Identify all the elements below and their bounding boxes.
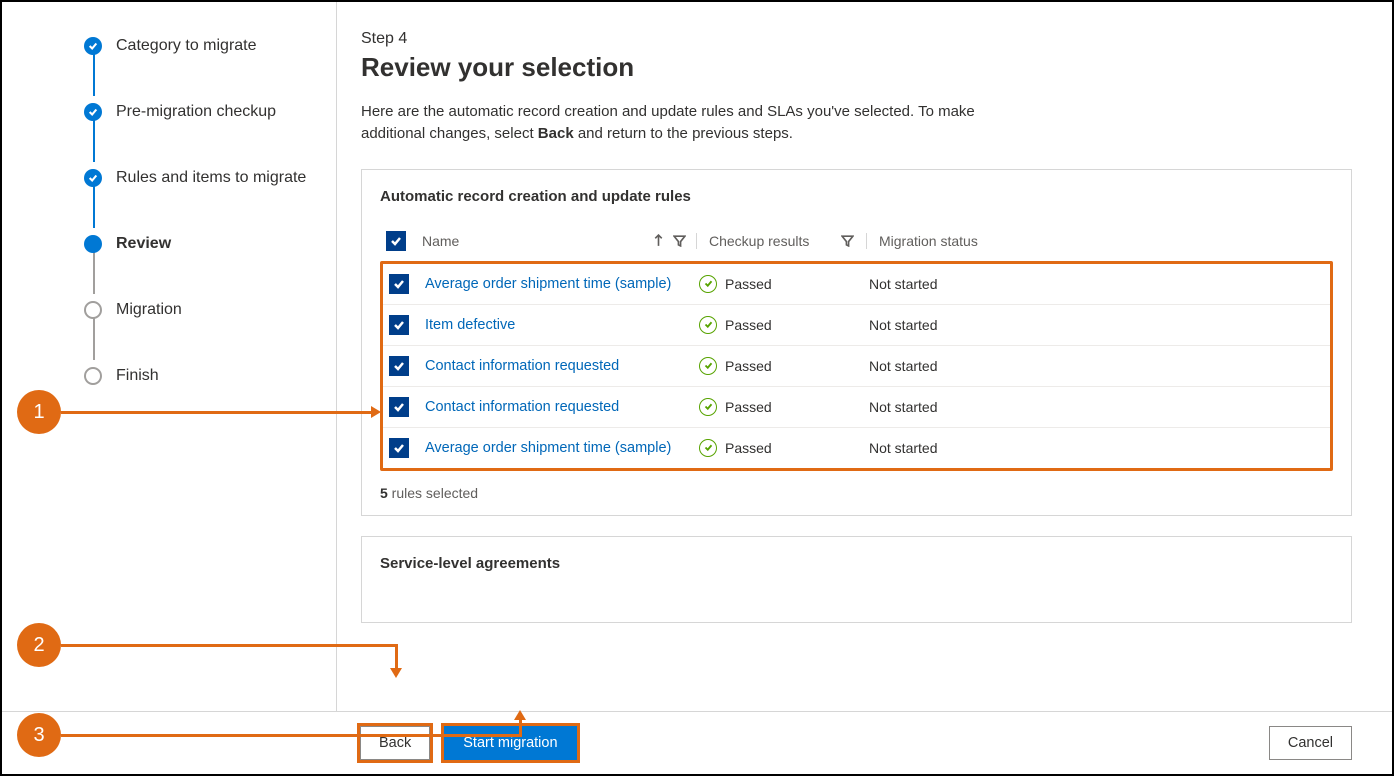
step-finish[interactable]: Finish [84,360,316,392]
start-migration-button[interactable]: Start migration [444,726,576,760]
step-label: Pre-migration checkup [116,103,276,121]
row-checkbox[interactable] [389,315,409,335]
page-title: Review your selection [361,52,1352,83]
step-review[interactable]: Review [84,228,316,260]
main-content: Step 4 Review your selection Here are th… [337,2,1392,774]
rule-name-link[interactable]: Contact information requested [425,358,699,374]
step-label: Finish [116,367,159,385]
checkup-result: Passed [725,358,772,374]
intro-text: Here are the automatic record creation a… [361,101,1001,145]
checkup-result: Passed [725,399,772,415]
empty-circle-icon [84,367,102,385]
rules-table-body: Average order shipment time (sample) Pass… [380,261,1333,471]
callout-2-line-h [61,644,397,647]
row-checkbox[interactable] [389,397,409,417]
check-circle-icon [699,439,717,457]
row-checkbox[interactable] [389,356,409,376]
step-label: Rules and items to migrate [116,169,306,187]
callout-2-arrow [390,668,402,678]
cancel-button[interactable]: Cancel [1269,726,1352,760]
check-circle-icon [699,357,717,375]
check-circle-icon [699,275,717,293]
callout-1-line [61,411,371,414]
column-migration[interactable]: Migration status [879,233,978,249]
step-migration[interactable]: Migration [84,294,316,326]
table-row[interactable]: Average order shipment time (sample) Pass… [383,264,1330,304]
table-row[interactable]: Contact information requested Passed Not s… [383,345,1330,386]
migration-status: Not started [869,399,999,415]
back-button[interactable]: Back [360,726,430,760]
checkup-result: Passed [725,276,772,292]
sla-card-title: Service-level agreements [380,555,1333,572]
step-category-to-migrate[interactable]: Category to migrate [84,30,316,62]
callout-2-line-v [395,644,398,668]
callout-1: 1 [17,390,61,434]
callout-3-line-h [61,734,521,737]
step-pre-migration-checkup[interactable]: Pre-migration checkup [84,96,316,128]
migration-status: Not started [869,358,999,374]
column-checkup[interactable]: Checkup results [709,233,809,249]
checkup-result: Passed [725,440,772,456]
step-label: Category to migrate [116,37,257,55]
check-circle-icon [699,316,717,334]
callout-3-line-v [519,720,522,737]
callout-3-arrow [514,710,526,720]
selected-count: 5 rules selected [380,485,1333,501]
column-name[interactable]: Name [422,233,459,249]
callout-2: 2 [17,623,61,667]
callout-1-arrow [371,406,381,418]
select-all-checkbox[interactable] [386,231,406,251]
rule-name-link[interactable]: Contact information requested [425,399,699,415]
rule-name-link[interactable]: Average order shipment time (sample) [425,440,699,456]
check-circle-icon [699,398,717,416]
empty-circle-icon [84,301,102,319]
rules-table: Name Checkup results Migration status [380,225,1333,471]
check-circle-icon [84,37,102,55]
filter-icon[interactable] [673,234,686,247]
table-header: Name Checkup results Migration status [380,225,1333,261]
rule-name-link[interactable]: Item defective [425,317,699,333]
table-row[interactable]: Item defective Passed Not started [383,304,1330,345]
checkup-result: Passed [725,317,772,333]
row-checkbox[interactable] [389,274,409,294]
rules-card-title: Automatic record creation and update rul… [380,188,1333,205]
step-label: Migration [116,301,182,319]
migration-status: Not started [869,440,999,456]
sla-card: Service-level agreements [361,536,1352,623]
table-row[interactable]: Average order shipment time (sample) Pass… [383,427,1330,468]
check-circle-icon [84,103,102,121]
step-rules-and-items-to-migrate[interactable]: Rules and items to migrate [84,162,316,194]
check-circle-icon [84,169,102,187]
row-checkbox[interactable] [389,438,409,458]
filter-icon[interactable] [841,234,854,247]
sort-asc-icon[interactable] [652,234,665,247]
migration-status: Not started [869,276,999,292]
step-kicker: Step 4 [361,30,1352,48]
migration-status: Not started [869,317,999,333]
footer-bar: Back Start migration Cancel [2,711,1392,774]
rules-card: Automatic record creation and update rul… [361,169,1352,516]
step-label: Review [116,235,171,253]
current-step-icon [84,235,102,253]
rule-name-link[interactable]: Average order shipment time (sample) [425,276,699,292]
table-row[interactable]: Contact information requested Passed Not s… [383,386,1330,427]
callout-3: 3 [17,713,61,757]
